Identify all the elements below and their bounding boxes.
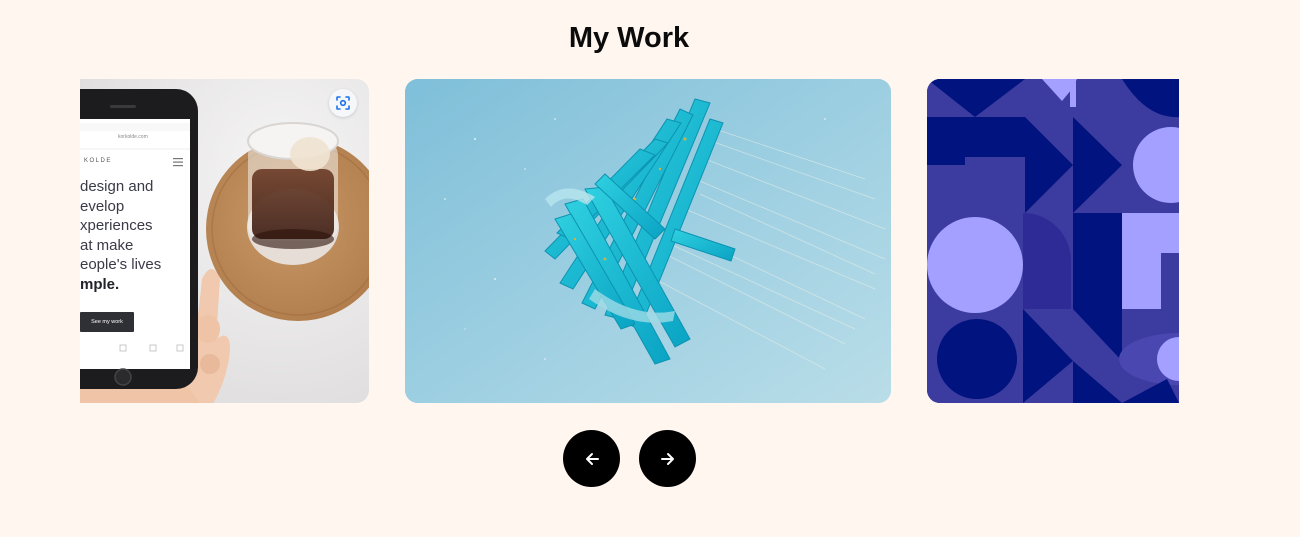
phone-line: xperiences [80, 217, 153, 234]
pattern-artwork [927, 79, 1179, 403]
phone-line: eople's lives [80, 256, 162, 273]
arrow-right-icon [660, 452, 674, 465]
phone-cta-button: See my work [80, 312, 134, 332]
slide-geometric-pattern[interactable] [927, 79, 1179, 403]
phone-line: evelop [80, 197, 125, 215]
sculpture-photo [405, 79, 891, 403]
phone-headline: design and evelop xperiences at make eop… [80, 177, 161, 294]
section-title: My Work [568, 22, 690, 54]
slide-phone-mockup[interactable]: korkolde.com KOLDE design and evelop xpe… [80, 79, 369, 403]
work-carousel[interactable]: korkolde.com KOLDE design and evelop xpe… [80, 79, 1179, 403]
next-slide-button[interactable] [639, 430, 696, 487]
arrow-left-icon [585, 452, 599, 465]
page: My Work korkolde.com KOLDE design and ev… [0, 0, 1300, 537]
phone-line: design and [80, 178, 154, 195]
slide-blue-sculpture[interactable] [405, 79, 891, 403]
phone-line-strong: mple. [80, 275, 120, 293]
phone-brand-text: KOLDE [84, 158, 112, 164]
phone-line: at make [80, 236, 134, 254]
prev-slide-button[interactable] [563, 430, 620, 487]
lens-search-icon[interactable] [329, 89, 357, 117]
phone-url-text: korkolde.com [118, 134, 148, 140]
